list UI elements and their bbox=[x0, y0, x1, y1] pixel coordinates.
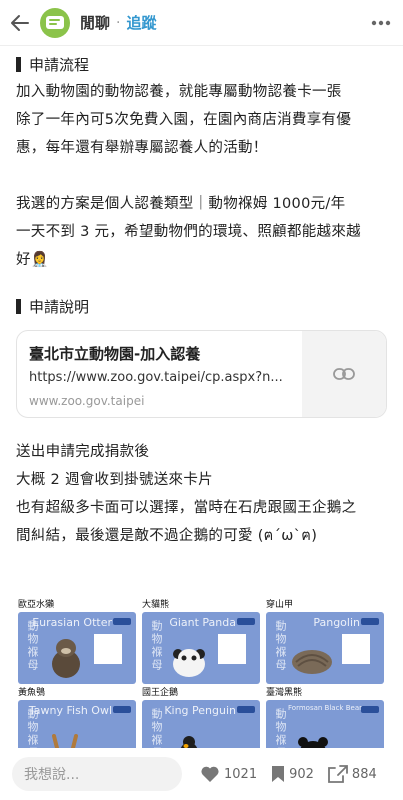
card-vertical-text: 動物褓母 bbox=[150, 620, 163, 672]
text-line: 惠，每年還有舉辦專屬認養人的活動！ bbox=[16, 140, 268, 156]
otter-icon bbox=[52, 639, 80, 678]
bottom-action-bar: 我想說... 1021 902 884 bbox=[0, 748, 403, 800]
section-title-instructions: 申請說明 bbox=[16, 292, 387, 320]
card-label: 國王企鵝 bbox=[142, 688, 179, 698]
link-title: 臺北市立動物園-加入認養 bbox=[29, 345, 201, 363]
more-icon bbox=[371, 20, 391, 25]
link-url: https://www.zoo.gov.taipei/cp.aspx?n... bbox=[29, 370, 283, 385]
like-button[interactable]: 1021 bbox=[200, 765, 257, 783]
follow-button[interactable]: 追蹤 bbox=[126, 12, 156, 33]
board-name[interactable]: 閒聊 bbox=[80, 12, 110, 33]
text-line: 也有超級多卡面可以選擇，當時在石虎跟國王企鵝之 bbox=[16, 500, 357, 516]
panda-icon bbox=[173, 649, 205, 677]
card-badge bbox=[237, 618, 255, 625]
paragraph-after-apply: 送出申請完成捐款後 大概 2 週會收到掛號送來卡片 也有超級多卡面可以選擇，當時… bbox=[16, 438, 387, 550]
section-title-text: 申請說明 bbox=[29, 297, 90, 316]
back-arrow-icon bbox=[11, 14, 29, 31]
bookmark-button[interactable]: 902 bbox=[271, 765, 314, 783]
card-badge bbox=[237, 706, 255, 713]
share-count: 884 bbox=[351, 766, 377, 782]
section-bar bbox=[16, 298, 21, 314]
card-english-name: Pangolin bbox=[313, 616, 360, 629]
card-label: 大貓熊 bbox=[142, 600, 170, 610]
bookmark-count: 902 bbox=[289, 766, 314, 782]
link-preview-card[interactable]: 臺北市立動物園-加入認養 https://www.zoo.gov.taipei/… bbox=[16, 330, 387, 418]
card-english-name: Formosan Black Bear bbox=[288, 704, 362, 712]
card-label: 黃魚鴞 bbox=[18, 688, 46, 698]
text-line: 一天不到 3 元，希望動物們的環境、照顧都能越來越 bbox=[16, 224, 361, 240]
share-icon bbox=[328, 765, 348, 783]
card-badge bbox=[361, 706, 379, 713]
paragraph-process: 加入動物園的動物認養，就能專屬動物認養卡一張 除了一年內可5次免費入園，在園內商… bbox=[16, 78, 387, 162]
card-english-name: Giant Panda bbox=[169, 616, 236, 629]
text-line: 送出申請完成捐款後 bbox=[16, 444, 150, 460]
text-line: 好👩‍⚕️ bbox=[16, 252, 50, 268]
top-bar: 閒聊 · 追蹤 bbox=[0, 0, 403, 46]
like-count: 1021 bbox=[224, 766, 258, 782]
text-line: 除了一年內可5次免費入園，在園內商店消費享有優 bbox=[16, 112, 352, 128]
card-photo-slot bbox=[94, 634, 122, 664]
section-bar bbox=[16, 56, 21, 72]
card-image: 動物褓母 Pangolin bbox=[266, 612, 384, 684]
adoption-cards-image[interactable]: 歐亞水獺 動物褓母 Eurasian Otter 大貓熊 動物褓母 Giant … bbox=[16, 596, 386, 772]
card-photo-slot bbox=[342, 634, 370, 664]
pangolin-icon bbox=[292, 650, 332, 674]
text-line: 間糾結，最後還是敵不過企鵝的可愛 (ฅ´ω`ฅ) bbox=[16, 528, 318, 544]
comment-input[interactable]: 我想說... bbox=[12, 757, 182, 791]
heart-icon bbox=[201, 766, 219, 782]
card-label: 歐亞水獺 bbox=[18, 600, 55, 610]
paragraph-plan: 我選的方案是個人認養類型｜動物褓姆 1000元/年 一天不到 3 元，希望動物們… bbox=[16, 190, 387, 274]
header-separator: · bbox=[116, 14, 121, 31]
share-button[interactable]: 884 bbox=[328, 765, 377, 783]
card-badge bbox=[361, 618, 379, 625]
post-content: 申請流程 加入動物園的動物認養，就能專屬動物認養卡一張 除了一年內可5次免費入園… bbox=[0, 48, 403, 550]
board-logo-icon[interactable] bbox=[40, 7, 70, 38]
section-title-text: 申請流程 bbox=[29, 55, 90, 74]
card-badge bbox=[113, 706, 131, 713]
card-cell: 大貓熊 動物褓母 Giant Panda bbox=[142, 598, 260, 684]
card-cell: 歐亞水獺 動物褓母 Eurasian Otter bbox=[18, 598, 136, 684]
link-icon bbox=[333, 368, 355, 380]
card-cell: 穿山甲 動物褓母 Pangolin bbox=[266, 598, 384, 684]
text-line: 大概 2 週會收到掛號送來卡片 bbox=[16, 472, 213, 488]
bookmark-icon bbox=[272, 766, 285, 782]
card-english-name: Tawny Fish Owl bbox=[28, 704, 112, 717]
card-label: 臺灣黑熊 bbox=[266, 688, 303, 698]
more-options-button[interactable] bbox=[359, 0, 403, 46]
card-image: 動物褓母 Eurasian Otter bbox=[18, 612, 136, 684]
back-button[interactable] bbox=[0, 0, 40, 46]
card-image: 動物褓母 Giant Panda bbox=[142, 612, 260, 684]
card-badge bbox=[113, 618, 131, 625]
link-icon-area bbox=[302, 331, 386, 417]
card-label: 穿山甲 bbox=[266, 600, 294, 610]
link-domain: www.zoo.gov.taipei bbox=[29, 394, 145, 408]
card-english-name: Eurasian Otter bbox=[32, 616, 112, 629]
section-title-process: 申請流程 bbox=[16, 50, 387, 78]
text-line: 我選的方案是個人認養類型｜動物褓姆 1000元/年 bbox=[16, 196, 346, 212]
card-english-name: King Penguin bbox=[164, 704, 236, 717]
card-vertical-text: 動物褓母 bbox=[274, 620, 287, 672]
text-line: 加入動物園的動物認養，就能專屬動物認養卡一張 bbox=[16, 84, 342, 100]
card-photo-slot bbox=[218, 634, 246, 664]
